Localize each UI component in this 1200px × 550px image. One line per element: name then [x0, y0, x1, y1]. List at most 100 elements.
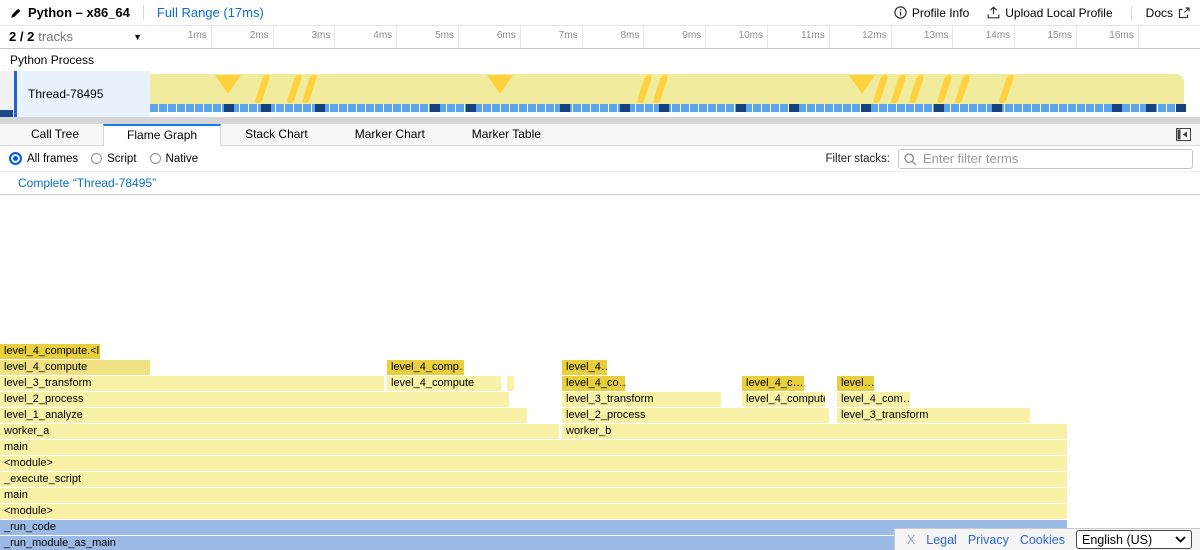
marker-slash-icon[interactable] — [254, 75, 270, 103]
ruler-tick: 6ms — [459, 25, 521, 48]
ruler-tick: 5ms — [397, 25, 459, 48]
sample-strip-dark-segment — [620, 104, 630, 112]
ruler-tick: 12ms — [830, 25, 892, 48]
marker-slash-icon[interactable] — [890, 75, 906, 103]
radio-native[interactable]: Native — [150, 153, 199, 165]
marker-triangle-icon[interactable] — [215, 75, 241, 94]
sample-strip-dark-segment — [789, 104, 799, 112]
marker-slash-icon[interactable] — [652, 75, 668, 103]
flame-frame[interactable]: level_4_comp… — [387, 360, 464, 375]
process-track-label: Python Process — [10, 53, 94, 67]
ruler-tick: 8ms — [583, 25, 645, 48]
marker-slash-icon[interactable] — [998, 75, 1014, 103]
tab-stack-chart[interactable]: Stack Chart — [222, 124, 331, 145]
flame-frame[interactable]: level_3_transform — [0, 376, 384, 391]
ruler-tick: 16ms — [1077, 25, 1139, 48]
marker-slash-icon[interactable] — [636, 75, 652, 103]
radio-script-label: Script — [107, 153, 136, 165]
ruler-tick: 1ms — [150, 25, 212, 48]
flame-frame[interactable]: level_4_compute — [387, 376, 501, 391]
tab-flame-graph[interactable]: Flame Graph — [103, 124, 221, 146]
flame-frame[interactable]: level_4_c… — [742, 376, 804, 391]
pencil-icon[interactable] — [10, 7, 22, 19]
thread-track-label[interactable]: Thread-78495 — [14, 71, 150, 117]
flame-frame[interactable]: _execute_script — [0, 472, 1067, 487]
filter-stacks-input[interactable] — [898, 149, 1193, 169]
timeline-ruler[interactable]: 1ms2ms3ms4ms5ms6ms7ms8ms9ms10ms11ms12ms1… — [150, 25, 1139, 48]
sample-strip-dark-segment — [466, 104, 476, 112]
language-value: English (US) — [1082, 533, 1152, 547]
marker-slash-icon[interactable] — [301, 75, 317, 103]
flame-frame[interactable]: level_1_analyze — [0, 408, 527, 423]
language-select[interactable]: English (US) — [1076, 530, 1192, 549]
profile-info-label: Profile Info — [912, 6, 969, 20]
flame-frame[interactable]: worker_a — [0, 424, 559, 439]
docs-button[interactable]: Docs — [1131, 6, 1190, 20]
tracks-word: tracks — [38, 29, 73, 44]
thread-name: Thread-78495 — [28, 87, 103, 101]
marker-slash-icon[interactable] — [286, 75, 302, 103]
ruler-tick: 2ms — [212, 25, 274, 48]
tab-marker-chart[interactable]: Marker Chart — [332, 124, 448, 145]
flame-frame[interactable]: level_3_transform — [837, 408, 1030, 423]
flame-graph-canvas[interactable]: level_4_compute.<l…level_4_computelevel_… — [0, 196, 1200, 550]
sample-strip-dark-segment — [1176, 104, 1186, 112]
flame-frame[interactable]: level… — [837, 376, 874, 391]
sidebar-toggle-icon[interactable] — [1176, 128, 1191, 141]
thread-track: Thread-78495 — [0, 71, 1200, 117]
tab-marker-table[interactable]: Marker Table — [449, 124, 564, 145]
flame-frame[interactable]: level_4_co… — [562, 376, 625, 391]
tracks-dropdown[interactable]: 2 / 2 tracks ▼ — [0, 25, 150, 48]
tab-call-tree[interactable]: Call Tree — [8, 124, 102, 145]
full-range-link[interactable]: Full Range (17ms) — [143, 5, 264, 20]
cookies-link[interactable]: Cookies — [1020, 533, 1065, 547]
panel-splitter[interactable] — [0, 117, 1200, 124]
marker-triangle-icon[interactable] — [849, 75, 875, 94]
marker-slash-icon[interactable] — [936, 75, 952, 103]
profile-info-button[interactable]: Profile Info — [894, 6, 969, 20]
chevron-down-icon: ▼ — [133, 32, 142, 42]
privacy-link[interactable]: Privacy — [968, 533, 1009, 547]
breadcrumb[interactable]: Complete “Thread-78495” — [18, 176, 156, 190]
tracks-count: 2 / 2 — [9, 29, 34, 44]
process-track-header[interactable]: Python Process — [0, 48, 1200, 71]
tab-bar: Call Tree Flame Graph Stack Chart Marker… — [0, 124, 1200, 146]
flame-frame[interactable]: level_4_compute.<l… — [0, 344, 100, 359]
flame-frame[interactable]: worker_b — [562, 424, 1067, 439]
sample-strip-dark-segment — [1146, 104, 1156, 112]
profile-name-group: Python – x86_64 Full Range (17ms) — [0, 5, 264, 20]
flame-frame[interactable]: <module> — [0, 504, 1067, 519]
timeline-scroll-thumb[interactable] — [0, 110, 13, 117]
flame-frame[interactable]: level_4_compute — [742, 392, 825, 407]
footer-close-button[interactable]: X — [907, 533, 915, 547]
legal-link[interactable]: Legal — [926, 533, 957, 547]
frame-filter-radios: All frames Script Native — [9, 152, 211, 165]
flame-frame[interactable]: level_4_compute — [0, 360, 150, 375]
flame-frame[interactable]: level_2_process — [0, 392, 509, 407]
flame-frame[interactable]: level_2_process — [562, 408, 829, 423]
ruler-tick: 15ms — [1015, 25, 1077, 48]
top-actions: Profile Info Upload Local Profile Docs — [876, 6, 1200, 20]
sample-strip-dark-segment — [934, 104, 944, 112]
sample-strip-dark-segment — [861, 104, 871, 112]
marker-slash-icon[interactable] — [954, 75, 970, 103]
radio-all-frames-label: All frames — [27, 153, 78, 165]
flame-frame[interactable]: level_4… — [562, 360, 607, 375]
flame-frame[interactable]: main — [0, 440, 1067, 455]
sample-strip-dark-segment — [659, 104, 669, 112]
activity-graph[interactable] — [150, 74, 1184, 104]
sample-strip[interactable] — [150, 104, 1184, 112]
sample-strip-dark-segment — [315, 104, 325, 112]
upload-profile-label: Upload Local Profile — [1005, 6, 1112, 20]
flame-frame[interactable]: level_3_transform — [562, 392, 721, 407]
flame-frame[interactable]: main — [0, 488, 1067, 503]
radio-script[interactable]: Script — [91, 153, 136, 165]
flame-frame[interactable] — [507, 376, 514, 391]
flame-frame[interactable]: <module> — [0, 456, 1067, 471]
radio-all-frames[interactable]: All frames — [9, 152, 78, 165]
marker-triangle-icon[interactable] — [487, 75, 513, 94]
flame-frame[interactable]: level_4_com… — [837, 392, 910, 407]
upload-profile-button[interactable]: Upload Local Profile — [987, 6, 1112, 20]
marker-slash-icon[interactable] — [908, 75, 924, 103]
ruler-tick: 3ms — [274, 25, 336, 48]
